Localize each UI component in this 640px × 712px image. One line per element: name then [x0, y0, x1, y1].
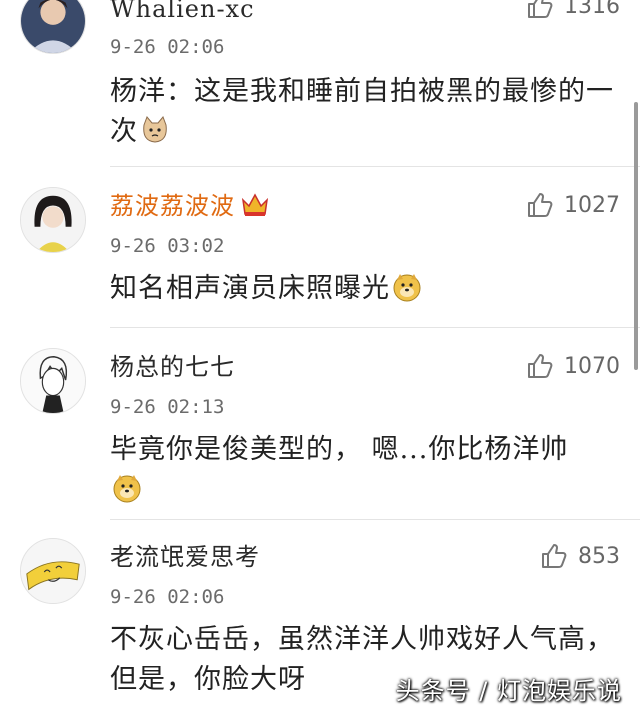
comment-text: 杨洋：这是我和睡前自拍被黑的最惨的一次 [110, 72, 620, 152]
thumbs-up-icon [528, 193, 553, 217]
cat-emoji [143, 116, 167, 143]
thumbs-up-icon [542, 544, 567, 568]
like-count: 1027 [564, 192, 620, 218]
avatar-image [21, 0, 85, 53]
username[interactable]: Whalien-xc [110, 0, 255, 24]
comment-item: Whalien-xc 1316 9-26 02:06 杨洋：这是我和睡前自拍被黑… [0, 0, 640, 170]
comment-text: 毕竟你是俊美型的， 嗯...你比杨洋帅 [110, 430, 620, 510]
comment-text-content: 知名相声演员床照曝光 [110, 273, 390, 304]
timestamp: 9-26 02:06 [110, 36, 225, 58]
thumbs-up-icon [528, 354, 553, 378]
timestamp: 9-26 02:06 [110, 586, 225, 608]
comment-item: 荔波荔波波 1027 9-26 03:02 知名相声演员床照曝光 [0, 167, 640, 327]
avatar-image [21, 349, 85, 413]
thumbs-up-icon [528, 0, 553, 18]
username[interactable]: 杨总的七七 [110, 352, 235, 382]
comment-text: 知名相声演员床照曝光 [110, 269, 620, 309]
avatar-image [21, 188, 85, 252]
avatar[interactable] [20, 187, 86, 253]
timestamp: 9-26 03:02 [110, 235, 225, 257]
doge-emoji [113, 475, 141, 503]
like-button[interactable]: 1070 [526, 352, 620, 380]
comment-text-content: 毕竟你是俊美型的， 嗯...你比杨洋帅 [110, 434, 569, 465]
avatar[interactable] [20, 538, 86, 604]
username-text: 荔波荔波波 [110, 192, 235, 220]
comment-item: 杨总的七七 1070 9-26 02:13 毕竟你是俊美型的， 嗯...你比杨洋… [0, 328, 640, 518]
watermark: 头条号 / 灯泡娱乐说 [395, 677, 622, 705]
like-count: 853 [578, 543, 620, 569]
timestamp: 9-26 02:13 [110, 396, 225, 418]
like-count: 1070 [564, 353, 620, 379]
like-button[interactable]: 1027 [526, 191, 620, 219]
like-count: 1316 [564, 0, 620, 19]
crown-icon [241, 193, 269, 216]
doge-emoji [393, 274, 421, 302]
avatar[interactable] [20, 0, 86, 54]
scrollbar[interactable] [634, 102, 638, 370]
avatar[interactable] [20, 348, 86, 414]
username[interactable]: 荔波荔波波 [110, 191, 269, 221]
username[interactable]: 老流氓爱思考 [110, 542, 260, 572]
avatar-image [21, 539, 85, 603]
comment-text-content: 杨洋：这是我和睡前自拍被黑的最惨的一次 [110, 76, 614, 147]
like-button[interactable]: 1316 [526, 0, 620, 20]
like-button[interactable]: 853 [540, 542, 620, 570]
